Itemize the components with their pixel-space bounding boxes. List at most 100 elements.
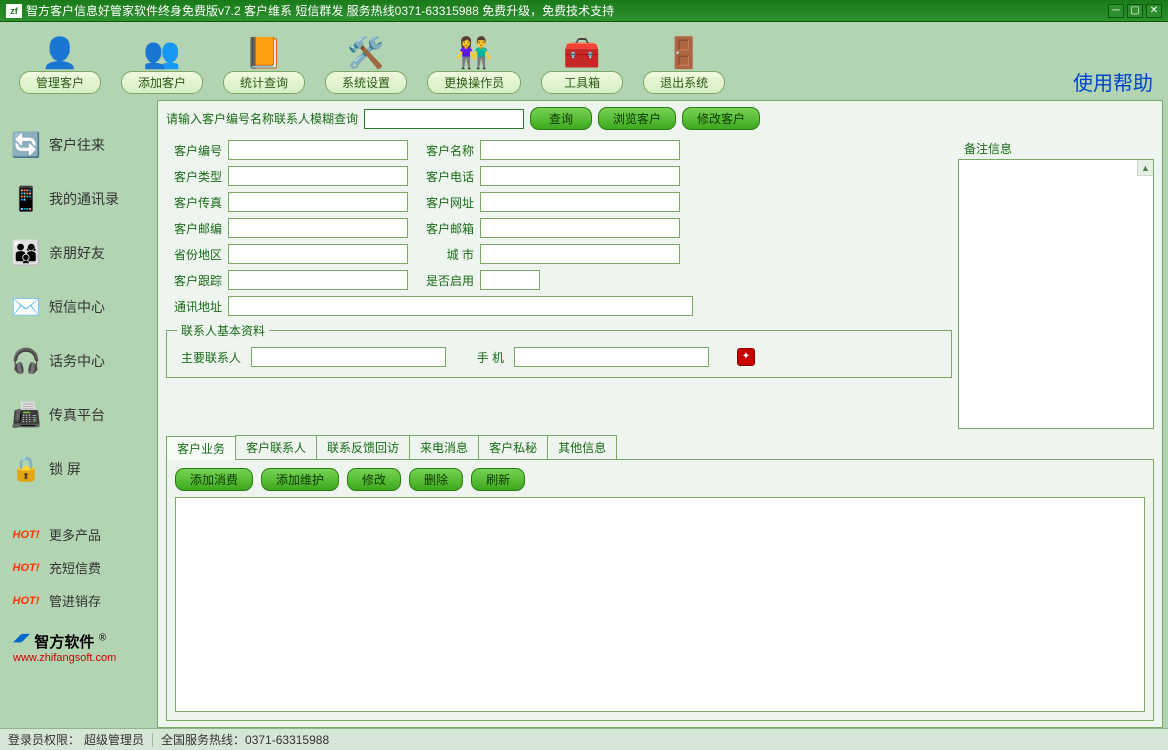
data-grid[interactable] [175, 497, 1145, 712]
sidebar-item-1[interactable]: 📱 我的通讯录 [5, 178, 153, 220]
sidebar-icon: 🔄 [9, 128, 43, 162]
toolbar-icon: 🚪 [664, 35, 704, 71]
sidebar-hot-2[interactable]: HOT!管进销存 [5, 588, 153, 613]
input-city[interactable] [480, 244, 680, 264]
sidebar-hot-1[interactable]: HOT!充短信费 [5, 555, 153, 580]
sidebar-label: 我的通讯录 [49, 189, 119, 209]
input-cust-name[interactable] [480, 140, 680, 160]
input-cust-type[interactable] [228, 166, 408, 186]
input-follow[interactable] [228, 270, 408, 290]
tab-panel: 添加消费 添加维护 修改 删除 刷新 [166, 459, 1154, 721]
toolbar-item-3[interactable]: 🛠️系统设置 [325, 35, 407, 94]
label-addr: 通讯地址 [166, 298, 228, 315]
add-spend-button[interactable]: 添加消费 [175, 468, 253, 491]
maximize-button[interactable]: ▢ [1127, 4, 1143, 18]
detail-tabs: 客户业务客户联系人联系反馈回访来电消息客户私秘其他信息 [166, 435, 1154, 459]
label-city: 城 市 [418, 246, 480, 263]
status-perm-label: 登录员权限： [8, 731, 80, 748]
close-button[interactable]: ✕ [1146, 4, 1162, 18]
toolbar-label: 统计查询 [223, 71, 305, 94]
label-mobile: 手 机 [450, 349, 510, 366]
refresh-button[interactable]: 刷新 [471, 468, 525, 491]
toolbar-icon: 👥 [142, 35, 182, 71]
toolbar-label: 管理客户 [19, 71, 101, 94]
remark-textarea[interactable]: ▲ [958, 159, 1154, 429]
sidebar-hot-0[interactable]: HOT! 更多产品 [5, 522, 153, 547]
toolbar-item-4[interactable]: 👫更换操作员 [427, 35, 521, 94]
tab-1[interactable]: 客户联系人 [235, 435, 317, 459]
sidebar-hot-label: 管进销存 [49, 591, 101, 610]
status-bar: 登录员权限： 超级管理员 全国服务热线：0371-63315988 [0, 728, 1168, 750]
sidebar-item-3[interactable]: ✉️短信中心 [5, 286, 153, 328]
label-cust-name: 客户名称 [418, 142, 480, 159]
sidebar-label: 短信中心 [49, 297, 105, 317]
minimize-button[interactable]: ─ [1108, 4, 1124, 18]
sidebar-label: 客户往来 [49, 135, 105, 155]
input-mobile[interactable] [514, 347, 709, 367]
toolbar-item-1[interactable]: 👥添加客户 [121, 35, 203, 94]
tab-3[interactable]: 来电消息 [409, 435, 479, 459]
edit-button[interactable]: 修改 [347, 468, 401, 491]
sidebar-icon: 👨‍👩‍👦 [9, 236, 43, 270]
sidebar-item-4[interactable]: 🎧话务中心 [5, 340, 153, 382]
sidebar-icon: 📱 [9, 182, 43, 216]
scroll-up-icon[interactable]: ▲ [1137, 160, 1153, 176]
help-link[interactable]: 使用帮助 [1073, 67, 1153, 100]
sidebar-item-2[interactable]: 👨‍👩‍👦亲朋好友 [5, 232, 153, 274]
browse-button[interactable]: 浏览客户 [598, 107, 676, 130]
window-controls: ─ ▢ ✕ [1108, 4, 1162, 18]
hot-badge: HOT! [9, 529, 43, 541]
input-cust-email[interactable] [480, 218, 680, 238]
toolbar-item-6[interactable]: 🚪退出系统 [643, 35, 725, 94]
label-cust-no: 客户编号 [166, 142, 228, 159]
label-province: 省份地区 [166, 246, 228, 263]
input-province[interactable] [228, 244, 408, 264]
sidebar: 🔄 客户往来 📱 我的通讯录 👨‍👩‍👦亲朋好友 ✉️短信中心 🎧话务中心 📠传真平台 🔒 锁 屏… [5, 100, 153, 728]
label-cust-url: 客户网址 [418, 194, 480, 211]
label-cust-email: 客户邮箱 [418, 220, 480, 237]
sidebar-hot-label: 充短信费 [49, 558, 101, 577]
input-cust-phone[interactable] [480, 166, 680, 186]
status-hotline: 全国服务热线：0371-63315988 [161, 731, 329, 748]
tab-2[interactable]: 联系反馈回访 [316, 435, 410, 459]
title-bar: zf 智方客户信息好管家软件终身免费版v7.2 客户维系 短信群发 服务热线03… [0, 0, 1168, 22]
add-maint-button[interactable]: 添加维护 [261, 468, 339, 491]
sidebar-label: 锁 屏 [49, 459, 81, 479]
sidebar-item-0[interactable]: 🔄 客户往来 [5, 124, 153, 166]
input-addr[interactable] [228, 296, 693, 316]
toolbar-item-5[interactable]: 🧰工具箱 [541, 35, 623, 94]
window-title: 智方客户信息好管家软件终身免费版v7.2 客户维系 短信群发 服务热线0371-… [26, 2, 1108, 19]
edit-customer-button[interactable]: 修改客户 [682, 107, 760, 130]
tab-4[interactable]: 客户私秘 [478, 435, 548, 459]
sidebar-hot-label: 更多产品 [49, 525, 101, 544]
input-enabled[interactable] [480, 270, 540, 290]
label-cust-phone: 客户电话 [418, 168, 480, 185]
query-button[interactable]: 查询 [530, 107, 592, 130]
sidebar-item-6[interactable]: 🔒 锁 屏 [5, 448, 153, 490]
delete-button[interactable]: 删除 [409, 468, 463, 491]
tab-5[interactable]: 其他信息 [547, 435, 617, 459]
label-cust-type: 客户类型 [166, 168, 228, 185]
search-input[interactable] [364, 109, 524, 129]
brand-box: ◢◤ 智方软件 ® www.zhifangsoft.com [5, 631, 153, 664]
toolbar-item-0[interactable]: 👤管理客户 [19, 35, 101, 94]
toolbar-item-2[interactable]: 📙统计查询 [223, 35, 305, 94]
label-cust-fax: 客户传真 [166, 194, 228, 211]
input-cust-url[interactable] [480, 192, 680, 212]
input-main-contact[interactable] [251, 347, 446, 367]
input-cust-zip[interactable] [228, 218, 408, 238]
tab-0[interactable]: 客户业务 [166, 436, 236, 460]
label-main-contact: 主要联系人 [177, 349, 247, 366]
sidebar-icon: 🔒 [9, 452, 43, 486]
reg-mark: ® [99, 633, 106, 644]
input-cust-no[interactable] [228, 140, 408, 160]
input-cust-fax[interactable] [228, 192, 408, 212]
toolbar-icon: 👤 [40, 35, 80, 71]
toolbar-icon: 🧰 [562, 35, 602, 71]
sidebar-item-5[interactable]: 📠传真平台 [5, 394, 153, 436]
label-cust-zip: 客户邮编 [166, 220, 228, 237]
contact-action-button[interactable]: ✦ [737, 348, 755, 366]
brand-url[interactable]: www.zhifangsoft.com [13, 652, 153, 664]
toolbar-label: 更换操作员 [427, 71, 521, 94]
sidebar-icon: 📠 [9, 398, 43, 432]
